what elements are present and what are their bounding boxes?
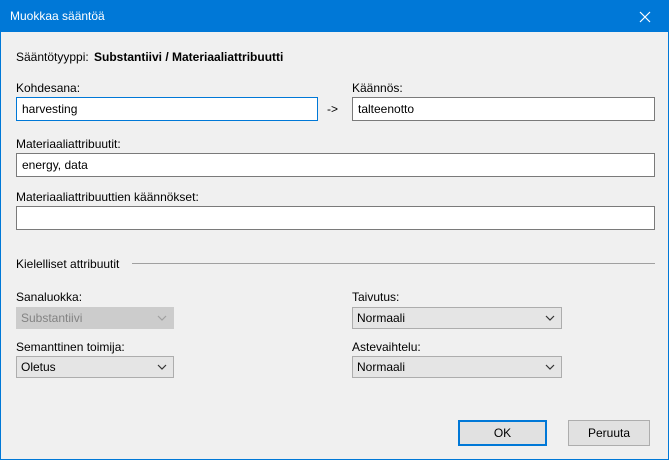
dialog-title: Muokkaa sääntöä <box>10 9 105 23</box>
chevron-down-icon <box>157 364 167 370</box>
close-icon <box>639 11 651 22</box>
chevron-down-icon <box>545 315 555 321</box>
ok-button[interactable]: OK <box>458 420 547 446</box>
close-button[interactable] <box>622 1 668 32</box>
semantic-agent-value: Oletus <box>21 360 56 374</box>
section-divider <box>132 263 655 264</box>
edit-rule-dialog: Muokkaa sääntöä Sääntötyyppi: Substantii… <box>0 0 669 460</box>
gradation-label: Astevaihtelu: <box>352 340 421 354</box>
target-word-input[interactable]: harvesting <box>16 97 318 121</box>
target-word-label: Kohdesana: <box>16 81 81 95</box>
gradation-value: Normaali <box>357 360 406 374</box>
inflection-select[interactable]: Normaali <box>352 307 562 329</box>
translation-label: Käännös: <box>352 81 403 95</box>
chevron-down-icon <box>157 315 167 321</box>
material-attribute-translations-label: Materiaaliattribuuttien käännökset: <box>16 190 199 204</box>
word-class-select[interactable]: Substantiivi <box>16 307 174 329</box>
rule-type-value: Substantiivi / Materiaaliattribuutti <box>94 50 284 64</box>
semantic-agent-label: Semanttinen toimija: <box>16 340 125 354</box>
inflection-label: Taivutus: <box>352 290 400 304</box>
arrow-text: -> <box>327 102 339 116</box>
material-attributes-label: Materiaaliattribuutit: <box>16 137 121 151</box>
rule-type-label: Sääntötyyppi: <box>16 50 89 64</box>
chevron-down-icon <box>545 364 555 370</box>
material-attributes-input[interactable]: energy, data <box>16 153 655 177</box>
cancel-button[interactable]: Peruuta <box>568 420 650 446</box>
linguistic-attributes-heading: Kielelliset attribuutit <box>16 257 120 271</box>
inflection-value: Normaali <box>357 311 406 325</box>
material-attribute-translations-input[interactable] <box>16 206 655 230</box>
translation-input[interactable]: talteenotto <box>352 97 655 121</box>
title-bar[interactable]: Muokkaa sääntöä <box>1 1 668 32</box>
word-class-label: Sanaluokka: <box>16 290 83 304</box>
semantic-agent-select[interactable]: Oletus <box>16 356 174 378</box>
word-class-value: Substantiivi <box>21 311 83 325</box>
gradation-select[interactable]: Normaali <box>352 356 562 378</box>
